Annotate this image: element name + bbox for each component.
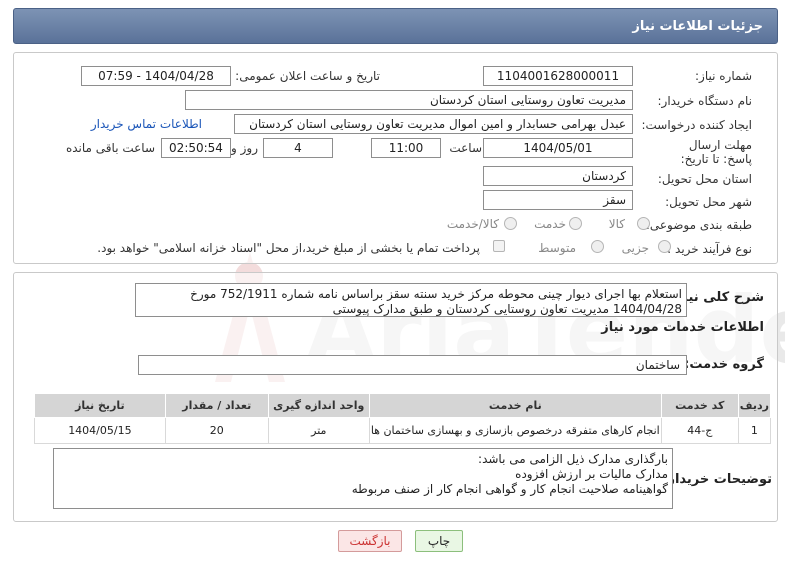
buyer-notes-label: توضیحات خریدار: <box>662 472 772 487</box>
process-option-medium: متوسط <box>538 241 576 255</box>
deadline-time-label: ساعت <box>449 141 482 155</box>
creator-field: عبدل بهرامی حسابدار و امین اموال مدیریت … <box>234 114 633 134</box>
announce-date-field: 1404/04/28 - 07:59 <box>81 66 231 86</box>
city-field: سقز <box>483 190 633 210</box>
treasury-payment-note: پرداخت تمام یا بخشی از مبلغ خرید،از محل … <box>97 241 480 255</box>
cell-name: انجام کارهای متفرقه درخصوص بازسازی و بهس… <box>368 417 662 444</box>
process-radio-medium[interactable] <box>591 240 604 253</box>
summary-textarea[interactable]: استعلام بها اجرای دیوار چینی محوطه مرکز … <box>135 283 687 317</box>
cell-code: ج-44 <box>660 417 739 444</box>
announce-label: تاریخ و ساعت اعلان عمومی: <box>235 69 380 83</box>
city-label: شهر محل تحویل: <box>665 195 752 209</box>
buyer-notes-line: گواهینامه صلاحیت انجام کار و گواهی انجام… <box>351 482 668 496</box>
col-header-quantity: تعداد / مقدار <box>164 393 269 418</box>
cell-unit: متر <box>267 417 370 444</box>
cell-need-date: 1404/05/15 <box>34 417 166 444</box>
category-radio-service[interactable] <box>569 217 582 230</box>
province-label: استان محل تحویل: <box>657 172 752 186</box>
print-button[interactable]: چاپ <box>415 530 463 552</box>
category-option-goods-service: کالا/خدمت <box>446 217 499 231</box>
cell-quantity: 20 <box>164 417 269 444</box>
back-button[interactable]: بازگشت <box>338 530 402 552</box>
days-remaining-field: 4 <box>263 138 333 158</box>
col-header-name: نام خدمت <box>368 393 662 418</box>
category-radio-goods-service[interactable] <box>504 217 517 230</box>
col-header-unit: واحد اندازه گیری <box>267 393 370 418</box>
category-label: طبقه بندی موضوعی: <box>645 218 752 232</box>
need-number-field: 1104001628000011 <box>483 66 633 86</box>
service-group-label: گروه خدمت: <box>684 357 764 372</box>
treasury-payment-checkbox[interactable] <box>493 240 505 252</box>
cell-row: 1 <box>737 417 772 444</box>
category-option-service: خدمت <box>534 217 566 231</box>
creator-label: ایجاد کننده درخواست: <box>641 118 752 132</box>
buyer-org-label: نام دستگاه خریدار: <box>657 94 753 108</box>
remaining-time-field: 02:50:54 <box>161 138 231 158</box>
category-radio-goods[interactable] <box>637 217 650 230</box>
service-group-field: ساختمان <box>138 355 687 375</box>
table-row: 1 ج-44 انجام کارهای متفرقه درخصوص بازساز… <box>34 417 772 444</box>
deadline-date-field: 1404/05/01 <box>483 138 633 158</box>
buyer-notes-line: بارگذاری مدارک ذیل الزامی می باشد: <box>478 452 668 466</box>
col-header-need-date: تاریخ نیاز <box>34 393 166 418</box>
category-option-goods: کالا <box>608 217 625 231</box>
deadline-label: مهلت ارسال پاسخ: تا تاریخ: <box>680 138 752 166</box>
col-header-code: کد خدمت <box>660 393 739 418</box>
col-header-row: ردیف <box>737 393 772 418</box>
remaining-time-label: ساعت باقی مانده <box>65 141 155 155</box>
deadline-time-field: 11:00 <box>371 138 441 158</box>
buyer-org-field: مدیریت تعاون روستایی استان کردستان <box>185 90 633 110</box>
buyer-notes-textarea[interactable]: بارگذاری مدارک ذیل الزامی می باشد: مدارک… <box>53 448 673 509</box>
days-label: روز و <box>231 141 258 155</box>
services-section-title: اطلاعات خدمات مورد نیاز <box>601 320 764 335</box>
services-table: ردیف کد خدمت نام خدمت واحد اندازه گیری ت… <box>34 393 772 444</box>
buyer-contact-link[interactable]: اطلاعات تماس خریدار <box>91 117 202 131</box>
process-radio-minor[interactable] <box>658 240 671 253</box>
need-number-label: شماره نیاز: <box>695 69 752 83</box>
process-type-label: نوع فرآیند خرید : <box>667 242 752 256</box>
page-title: جزئیات اطلاعات نیاز <box>632 19 763 34</box>
process-option-minor: جزیی <box>621 241 649 255</box>
province-field: کردستان <box>483 166 633 186</box>
buyer-notes-line: مدارک مالیات بر ارزش افزوده <box>515 467 668 481</box>
page-header: جزئیات اطلاعات نیاز <box>13 8 778 44</box>
